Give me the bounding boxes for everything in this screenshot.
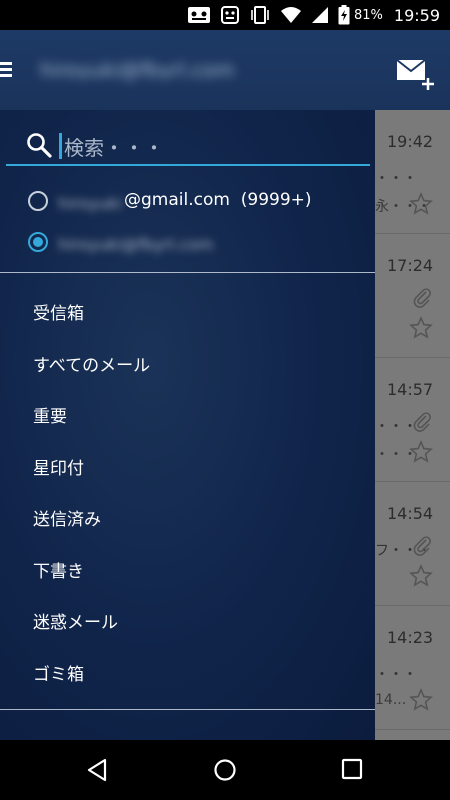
star-icon[interactable] xyxy=(409,316,433,340)
account-label: @gmail.com (9999+) xyxy=(124,190,312,210)
menu-item-drafts[interactable]: 下書き xyxy=(0,544,375,596)
email-list: 19:42 ・・・ 永・・・ 17:24 14:57 ・・・ ・・・ 14:54… xyxy=(375,110,450,740)
battery-percent: 81% xyxy=(353,7,383,23)
email-time: 19:42 xyxy=(387,132,434,151)
email-row[interactable]: 17:24 xyxy=(375,234,450,358)
attachment-icon xyxy=(413,412,431,432)
menu-item-sent[interactable]: 送信済み xyxy=(0,492,375,544)
clock: 19:59 xyxy=(393,5,440,25)
account-name-blurred: hiroyuki xyxy=(58,194,122,213)
text-cursor xyxy=(59,133,62,159)
menu-item-trash[interactable]: ゴミ箱 xyxy=(0,647,375,699)
email-snippet: ・・・ xyxy=(375,667,417,683)
email-snippet-2: 14... xyxy=(375,692,407,708)
email-time: 14:54 xyxy=(387,504,434,523)
star-icon[interactable] xyxy=(409,564,433,588)
menu-item-important[interactable]: 重要 xyxy=(0,389,375,441)
back-icon[interactable] xyxy=(85,758,109,782)
folder-menu: 受信箱 すべてのメール 重要 星印付 送信済み 下書き 迷惑メール ゴミ箱 xyxy=(0,286,375,698)
screen: 81% 19:59 hiroyuki@fbyrl.com 19:42 ・・・ 永… xyxy=(0,0,450,800)
vibrate-icon xyxy=(251,6,269,24)
account-radio[interactable] xyxy=(28,191,48,211)
account-item-selected[interactable]: hiroyuki@fbyrl.com xyxy=(28,231,358,255)
email-row[interactable]: 19:42 ・・・ 永・・・ xyxy=(375,110,450,234)
attachment-icon xyxy=(413,288,431,308)
star-icon[interactable] xyxy=(409,192,433,216)
divider xyxy=(0,272,375,273)
menu-icon[interactable] xyxy=(0,62,12,78)
email-time: 17:24 xyxy=(387,256,434,275)
system-nav-bar xyxy=(0,740,450,800)
recents-icon[interactable] xyxy=(341,758,363,780)
star-icon[interactable] xyxy=(409,688,433,712)
account-title: hiroyuki@fbyrl.com xyxy=(40,58,235,80)
email-time: 14:57 xyxy=(387,380,434,399)
cell-signal-icon xyxy=(311,7,328,23)
menu-item-all-mail[interactable]: すべてのメール xyxy=(0,338,375,390)
search-field[interactable]: 検索・・・ xyxy=(6,124,370,166)
battery-charging-icon xyxy=(338,5,350,25)
compose-mail-icon[interactable] xyxy=(396,56,436,92)
email-snippet: ・・・ xyxy=(375,171,417,187)
email-row[interactable]: 14:23 ・・・ 14... xyxy=(375,606,450,730)
email-row[interactable]: 14:54 フ・・・ xyxy=(375,482,450,606)
divider xyxy=(0,709,375,710)
account-item-gmail[interactable]: hiroyuki @gmail.com (9999+) xyxy=(28,190,358,214)
status-bar: 81% 19:59 xyxy=(0,0,450,30)
email-time: 14:23 xyxy=(387,628,434,647)
menu-item-spam[interactable]: 迷惑メール xyxy=(0,595,375,647)
star-icon[interactable] xyxy=(409,440,433,464)
search-placeholder: 検索・・・ xyxy=(64,136,164,160)
search-icon xyxy=(27,133,52,158)
menu-item-inbox[interactable]: 受信箱 xyxy=(0,286,375,338)
wifi-icon xyxy=(280,7,301,23)
account-radio-selected[interactable] xyxy=(28,232,48,252)
account-name-blurred: hiroyuki@fbyrl.com xyxy=(58,235,214,254)
app-header: hiroyuki@fbyrl.com xyxy=(0,30,450,110)
attachment-icon xyxy=(413,536,431,556)
email-row[interactable]: 14:57 ・・・ ・・・ xyxy=(375,358,450,482)
navigation-drawer: 検索・・・ hiroyuki @gmail.com (9999+) hiroyu… xyxy=(0,110,375,740)
voicemail-icon xyxy=(187,7,210,23)
home-icon[interactable] xyxy=(213,758,237,782)
menu-item-starred[interactable]: 星印付 xyxy=(0,441,375,493)
android-notification-icon xyxy=(220,6,239,24)
